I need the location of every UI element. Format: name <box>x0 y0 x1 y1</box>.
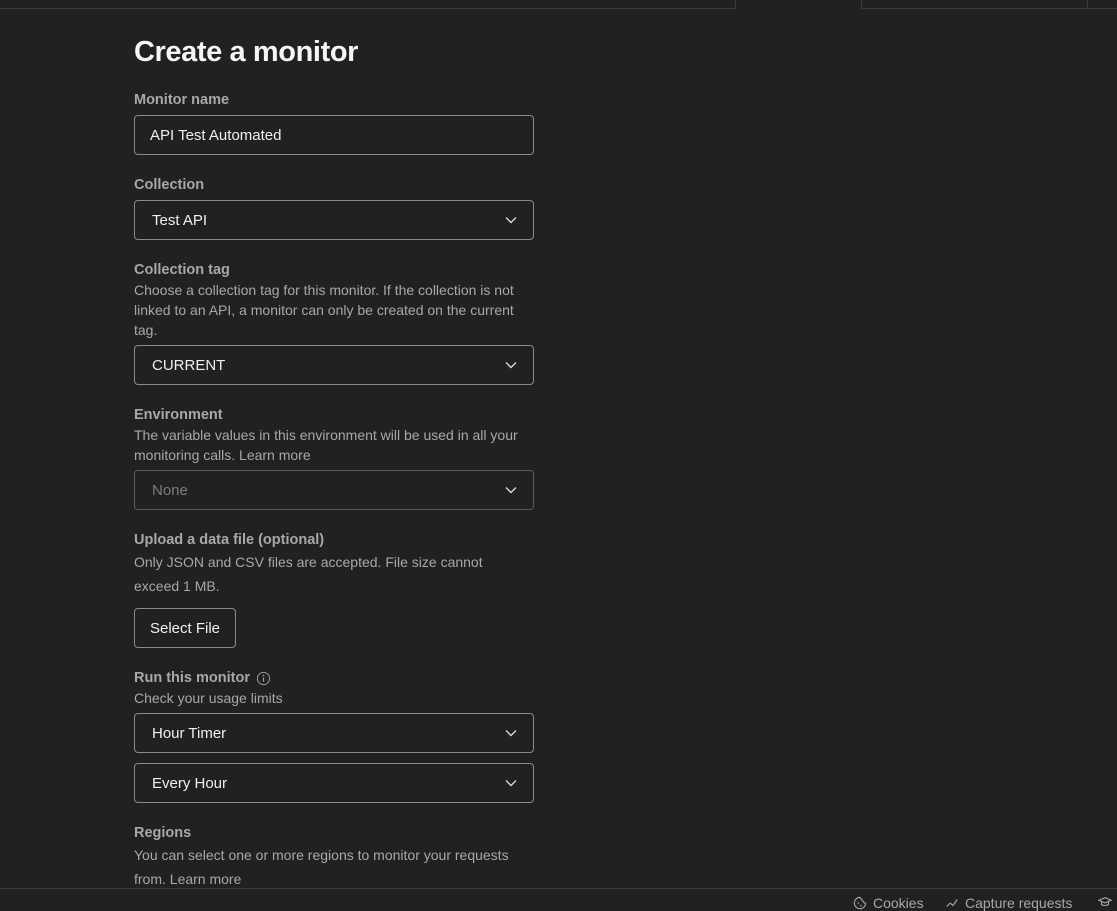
environment-label: Environment <box>134 405 534 425</box>
page-title: Create a monitor <box>134 36 359 68</box>
monitor-name-label: Monitor name <box>134 90 534 110</box>
monitor-name-label-text: Monitor name <box>134 92 230 108</box>
monitor-name-value[interactable]: API Test Automated <box>150 127 517 144</box>
cookies-button[interactable]: Cookies <box>853 895 924 911</box>
select-file-button[interactable]: Select File <box>134 608 237 648</box>
run-monitor-label-text: Run this monitor <box>134 670 250 686</box>
cookies-label: Cookies <box>873 895 924 911</box>
chevron-down-icon <box>505 362 517 369</box>
collection-label: Collection <box>134 175 534 195</box>
chevron-down-icon <box>505 730 517 737</box>
data-file-label-text: Upload a data file (optional) <box>134 532 325 548</box>
chevron-down-icon <box>505 487 517 494</box>
collection-label-text: Collection <box>134 177 205 193</box>
data-file-label: Upload a data file (optional) <box>134 530 534 550</box>
info-icon[interactable] <box>256 671 271 686</box>
capture-icon <box>946 899 958 907</box>
monitor-name-input[interactable]: API Test Automated <box>134 115 534 155</box>
run-monitor-description: Check your usage limits <box>134 690 283 706</box>
environment-description: The variable values in this environment … <box>134 427 518 463</box>
capture-requests-button[interactable]: Capture requests <box>945 895 1072 911</box>
chevron-down-icon <box>505 780 517 787</box>
run-monitor-label: Run this monitor <box>134 668 534 688</box>
timer-type-select[interactable]: Hour Timer <box>134 713 534 753</box>
collection-value: Test API <box>152 211 208 229</box>
capture-requests-label: Capture requests <box>965 895 1073 911</box>
regions-label: Regions <box>134 823 534 843</box>
collection-tag-description: Choose a collection tag for this monitor… <box>134 282 514 338</box>
collection-tag-label: Collection tag <box>134 260 534 280</box>
frequency-select[interactable]: Every Hour <box>134 763 534 803</box>
data-file-description: Only JSON and CSV files are accepted. Fi… <box>134 554 483 594</box>
status-bar: Cookies Capture requests <box>0 888 1117 911</box>
environment-select[interactable]: None <box>134 470 534 510</box>
timer-type-value: Hour Timer <box>152 724 227 742</box>
collection-tag-select[interactable]: CURRENT <box>134 345 534 385</box>
environment-label-text: Environment <box>134 407 223 423</box>
create-monitor-form: Create a monitor Monitor name API Test A… <box>134 34 534 891</box>
chevron-down-icon <box>505 217 517 224</box>
cookie-icon <box>853 896 867 910</box>
active-tab-edge <box>735 0 862 9</box>
collection-select[interactable]: Test API <box>134 200 534 240</box>
collection-tag-label-text: Collection tag <box>134 262 230 278</box>
environment-value: None <box>152 481 188 499</box>
collection-tag-value: CURRENT <box>152 356 226 374</box>
frequency-value: Every Hour <box>152 774 228 792</box>
top-tab-bar <box>0 0 1117 9</box>
regions-description: You can select one or more regions to mo… <box>134 847 509 887</box>
regions-label-text: Regions <box>134 825 192 841</box>
tab-divider <box>1087 0 1088 8</box>
